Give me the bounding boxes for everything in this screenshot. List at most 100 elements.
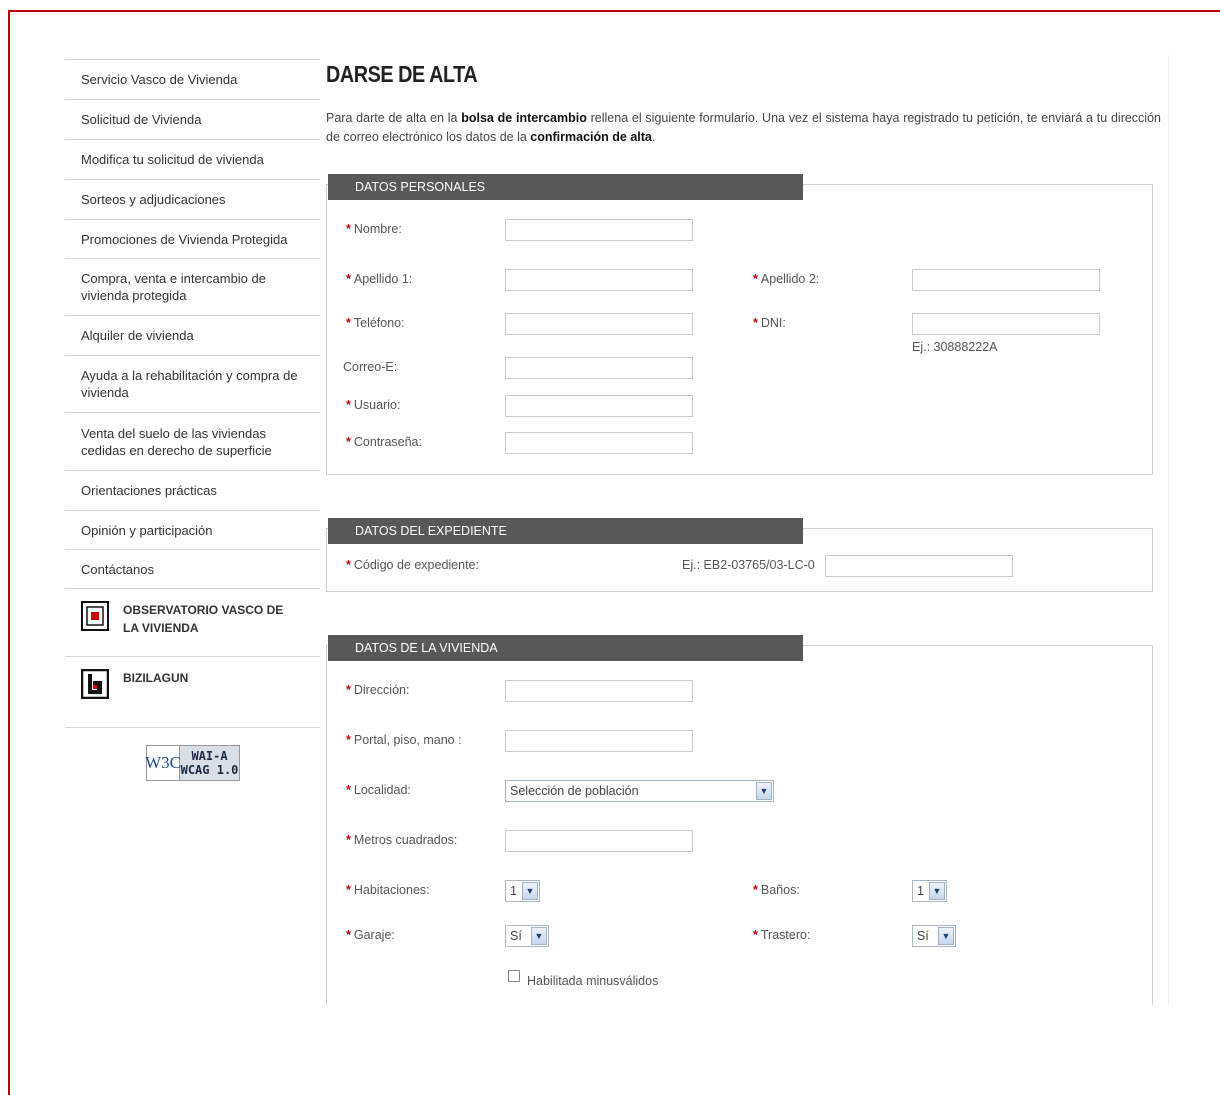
trastero-select[interactable]: Sí ▼ — [912, 925, 956, 947]
required-mark: * — [346, 928, 351, 942]
datos-expediente-section: DATOS DEL EXPEDIENTE * Código de expedien… — [326, 518, 1153, 592]
garaje-value: Sí — [510, 929, 522, 943]
habitaciones-value: 1 — [510, 884, 517, 898]
intro-text-part: Para darte de alta en la — [326, 111, 462, 125]
metros-label: * Metros cuadrados: — [346, 833, 457, 847]
observatorio-logo-icon — [81, 601, 109, 631]
correo-input[interactable] — [505, 357, 693, 379]
nombre-input[interactable] — [505, 219, 693, 241]
sidebar-item-label: Promociones de Vivienda Protegida — [81, 231, 288, 247]
observatorio-link[interactable]: OBSERVATORIO VASCO DE LA VIVIENDA — [65, 588, 320, 656]
sidebar-item-rehabilitacion[interactable]: Ayuda a la rehabilitación y compra de vi… — [65, 355, 320, 412]
habitaciones-select[interactable]: 1 ▼ — [505, 880, 540, 902]
apellido1-input[interactable] — [505, 269, 693, 291]
required-mark: * — [346, 222, 351, 236]
garaje-label-text: Garaje: — [353, 928, 395, 942]
telefono-input[interactable] — [505, 313, 693, 335]
apellido2-input[interactable] — [912, 269, 1100, 291]
codigo-expediente-input[interactable] — [825, 555, 1013, 577]
sidebar-item-label: Venta del suelo de las viviendas cedidas… — [81, 425, 272, 458]
contrasena-label-text: Contraseña: — [353, 435, 422, 449]
usuario-input[interactable] — [505, 395, 693, 417]
minusvalidos-label[interactable]: Habilitada minusválidos — [527, 974, 658, 988]
garaje-select[interactable]: Sí ▼ — [505, 925, 549, 947]
apellido1-label: * Apellido 1: — [346, 272, 412, 286]
telefono-label: * Teléfono: — [346, 316, 405, 330]
sidebar-item-promociones[interactable]: Promociones de Vivienda Protegida — [65, 219, 320, 258]
chevron-down-icon[interactable]: ▼ — [938, 927, 954, 945]
portal-input[interactable] — [505, 730, 693, 752]
bizilagun-logo-icon — [81, 669, 109, 699]
sidebar-item-contactanos[interactable]: Contáctanos — [65, 549, 320, 588]
apellido2-label-text: Apellido 2: — [760, 272, 820, 286]
w3c-wai-badge[interactable]: W3C WAI-A WCAG 1.0 — [145, 745, 240, 781]
sidebar-item-label: Alquiler de vivienda — [81, 328, 194, 343]
required-mark: * — [346, 733, 351, 747]
metros-input[interactable] — [505, 830, 693, 852]
confirmacion-alta-text: confirmación de alta — [530, 130, 652, 144]
sidebar-item-solicitud[interactable]: Solicitud de Vivienda — [65, 99, 320, 139]
sidebar-item-label: Modifica tu solicitud de vivienda — [81, 152, 264, 167]
minusvalidos-checkbox[interactable] — [508, 970, 520, 982]
sidebar-item-orientaciones[interactable]: Orientaciones prácticas — [65, 470, 320, 510]
banos-label: * Baños: — [753, 883, 800, 897]
apellido2-label: * Apellido 2: — [753, 272, 819, 286]
codigo-expediente-label-text: Código de expediente: — [353, 558, 479, 572]
sidebar-item-sorteos[interactable]: Sorteos y adjudicaciones — [65, 179, 320, 219]
banos-label-text: Baños: — [760, 883, 800, 897]
codigo-expediente-label: * Código de expediente: — [346, 558, 479, 572]
chevron-down-icon[interactable]: ▼ — [531, 927, 547, 945]
required-mark: * — [346, 783, 351, 797]
contrasena-input[interactable] — [505, 432, 693, 454]
intro-text: Para darte de alta en la bolsa de interc… — [326, 109, 1161, 147]
sidebar-item-servicio-vasco[interactable]: Servicio Vasco de Vivienda — [65, 59, 320, 99]
usuario-label-text: Usuario: — [353, 398, 401, 412]
sidebar-item-label: Ayuda a la rehabilitación y compra de vi… — [81, 368, 298, 400]
required-mark: * — [346, 398, 351, 412]
sidebar-item-alquiler[interactable]: Alquiler de vivienda — [65, 315, 320, 355]
sidebar-item-label: Solicitud de Vivienda — [81, 112, 202, 127]
garaje-label: * Garaje: — [346, 928, 395, 942]
required-mark: * — [346, 883, 351, 897]
localidad-select[interactable]: Selección de población ▼ — [505, 780, 774, 802]
direccion-input[interactable] — [505, 680, 693, 702]
chevron-down-icon[interactable]: ▼ — [522, 882, 538, 900]
wcag-version: WCAG 1.0 — [180, 763, 239, 777]
codigo-expediente-hint: Ej.: EB2-03765/03-LC-0 — [682, 558, 815, 572]
sidebar-item-label: Sorteos y adjudicaciones — [81, 192, 226, 207]
w3c-logo: W3C — [145, 746, 181, 780]
bolsa-intercambio-text: bolsa de intercambio — [461, 111, 587, 125]
required-mark: * — [346, 316, 351, 330]
wai-level: WAI-A — [191, 749, 228, 763]
chevron-down-icon[interactable]: ▼ — [756, 782, 772, 800]
habitaciones-label-text: Habitaciones: — [353, 883, 430, 897]
correo-label: Correo-E: — [343, 360, 397, 374]
sidebar-nav: Servicio Vasco de Vivienda Solicitud de … — [65, 59, 320, 728]
banos-select[interactable]: 1 ▼ — [912, 880, 947, 902]
banos-value: 1 — [917, 884, 924, 898]
telefono-label-text: Teléfono: — [353, 316, 405, 330]
habitaciones-label: * Habitaciones: — [346, 883, 430, 897]
direccion-label: * Dirección: — [346, 683, 409, 697]
bizilagun-link[interactable]: BIZILAGUN — [65, 656, 320, 728]
datos-vivienda-title: DATOS DE LA VIVIENDA — [328, 635, 803, 661]
direccion-label-text: Dirección: — [353, 683, 410, 697]
required-mark: * — [346, 833, 351, 847]
trastero-label: * Trastero: — [753, 928, 810, 942]
bizilagun-label: BIZILAGUN — [123, 671, 189, 685]
sidebar-item-opinion[interactable]: Opinión y participación — [65, 510, 320, 549]
sidebar-item-label: Servicio Vasco de Vivienda — [81, 72, 238, 87]
required-mark: * — [346, 272, 351, 286]
required-mark: * — [753, 883, 758, 897]
chevron-down-icon[interactable]: ▼ — [929, 882, 945, 900]
sidebar-item-venta-suelo[interactable]: Venta del suelo de las viviendas cedidas… — [65, 412, 320, 470]
dni-input[interactable] — [912, 313, 1100, 335]
sidebar-item-modifica-solicitud[interactable]: Modifica tu solicitud de vivienda — [65, 139, 320, 179]
datos-personales-title: DATOS PERSONALES — [328, 174, 803, 200]
page-title: DARSE DE ALTA — [326, 61, 478, 87]
wai-label: WAI-A WCAG 1.0 — [180, 746, 239, 780]
required-mark: * — [346, 558, 351, 572]
sidebar-item-compra-venta[interactable]: Compra, venta e intercambio de vivienda … — [65, 258, 320, 315]
main-content: DARSE DE ALTA Para darte de alta en la b… — [326, 55, 1169, 1005]
trastero-value: Sí — [917, 929, 929, 943]
